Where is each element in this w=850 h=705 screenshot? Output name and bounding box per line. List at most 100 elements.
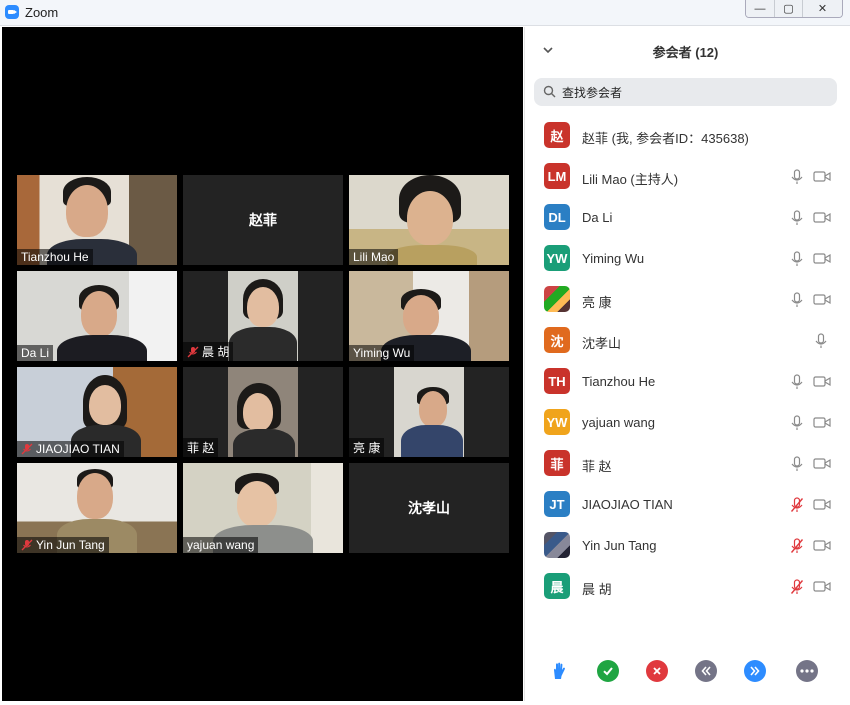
video-camera-icon[interactable] — [813, 457, 831, 470]
participant-row[interactable]: 晨晨 胡 — [525, 566, 846, 607]
video-tile[interactable]: Lili Mao — [349, 175, 509, 265]
no-button[interactable] — [646, 660, 668, 682]
video-camera-icon[interactable] — [813, 211, 831, 224]
participant-name: Yin Jun Tang — [582, 538, 657, 553]
video-camera-icon[interactable] — [813, 170, 831, 183]
participant-row[interactable]: TH Tianzhou He — [525, 361, 846, 402]
video-camera-icon[interactable] — [813, 293, 831, 306]
close-button[interactable]: ✕ — [802, 0, 842, 17]
avatar: DL — [544, 204, 570, 230]
participant-row[interactable]: YW Yiming Wu — [525, 238, 846, 279]
mic-icon[interactable] — [790, 374, 804, 390]
video-camera-icon[interactable] — [813, 580, 831, 593]
participant-row[interactable]: YW yajuan wang — [525, 402, 846, 443]
yes-button[interactable] — [597, 660, 619, 682]
avatar: 菲 — [544, 450, 570, 476]
zoom-app-icon — [5, 5, 19, 19]
participant-name: Tianzhou He — [582, 374, 656, 389]
video-tile[interactable]: yajuan wang — [183, 463, 343, 553]
more-button[interactable] — [796, 660, 818, 682]
video-tile[interactable]: 菲 赵 — [183, 367, 343, 457]
go-slower-button[interactable] — [695, 660, 717, 682]
participants-panel: 参会者 (12) 查找参会者 赵赵菲 (我, 参会者ID：435638) LM Li… — [524, 27, 845, 701]
person-face — [77, 473, 113, 519]
participant-row[interactable]: 菲菲 赵 — [525, 443, 846, 484]
person-face — [407, 191, 453, 245]
person-body — [57, 335, 147, 361]
participant-name: JIAOJIAO TIAN — [582, 497, 673, 512]
person-face — [89, 385, 121, 425]
mic-icon[interactable] — [790, 251, 804, 267]
video-camera-icon[interactable] — [813, 539, 831, 552]
video-tile-placeholder[interactable]: 沈孝山 — [349, 463, 509, 553]
video-tile-placeholder[interactable]: 赵菲 — [183, 175, 343, 265]
participant-name: 菲 赵 — [582, 459, 612, 474]
muted-mic-icon[interactable] — [790, 579, 804, 595]
video-camera-icon[interactable] — [813, 498, 831, 511]
tile-name: Yiming Wu — [349, 345, 415, 361]
person-face — [66, 185, 108, 237]
mic-icon[interactable] — [790, 169, 804, 185]
mic-icon[interactable] — [790, 456, 804, 472]
avatar — [544, 532, 570, 558]
video-tile[interactable]: Da Li — [17, 271, 177, 361]
participant-row[interactable]: 沈沈孝山 — [525, 320, 846, 361]
avatar: YW — [544, 245, 570, 271]
mic-icon[interactable] — [790, 415, 804, 431]
tile-name: yajuan wang — [183, 537, 259, 553]
participant-name: 晨 胡 — [582, 582, 612, 597]
video-tile[interactable]: JIAOJIAO TIAN — [17, 367, 177, 457]
video-tile[interactable]: Tianzhou He — [17, 175, 177, 265]
avatar: JT — [544, 491, 570, 517]
video-tile[interactable]: 亮 康 — [349, 367, 509, 457]
minimize-button[interactable]: — — [746, 0, 774, 17]
muted-mic-icon[interactable] — [790, 497, 804, 513]
participant-name: 赵菲 (我, 参会者ID：435638) — [582, 131, 749, 146]
maximize-button[interactable]: ▢ — [774, 0, 802, 17]
tile-name: 亮 康 — [349, 438, 385, 457]
tile-center-name: 赵菲 — [249, 212, 277, 228]
participant-list: 赵赵菲 (我, 参会者ID：435638) LM Lili Mao (主持人) DL D… — [525, 115, 846, 607]
participant-row[interactable]: JT JIAOJIAO TIAN — [525, 484, 846, 525]
video-tile[interactable]: Yin Jun Tang — [17, 463, 177, 553]
tile-name-text: 晨 胡 — [202, 345, 230, 359]
muted-mic-icon — [187, 346, 199, 357]
tile-name: Yin Jun Tang — [17, 537, 109, 553]
participant-search-input[interactable]: 查找参会者 — [534, 78, 837, 106]
video-camera-icon[interactable] — [813, 416, 831, 429]
avatar: 赵 — [544, 122, 570, 148]
avatar: YW — [544, 409, 570, 435]
person-face — [247, 287, 279, 327]
mic-icon[interactable] — [790, 210, 804, 226]
raise-hand-button[interactable] — [548, 660, 570, 682]
participant-row[interactable]: Yin Jun Tang — [525, 525, 846, 566]
tile-name: 菲 赵 — [183, 438, 219, 457]
tile-name-text: 亮 康 — [353, 441, 381, 455]
video-camera-icon[interactable] — [813, 375, 831, 388]
search-icon — [543, 85, 556, 98]
avatar: 沈 — [544, 327, 570, 353]
title-bar: Zoom — ▢ ✕ — [0, 0, 850, 26]
participant-row[interactable]: 赵赵菲 (我, 参会者ID：435638) — [525, 115, 846, 156]
tile-name: Tianzhou He — [17, 249, 93, 265]
tile-name-text: Yin Jun Tang — [36, 538, 105, 552]
x-icon — [653, 667, 661, 675]
go-faster-button[interactable] — [744, 660, 766, 682]
tile-name-text: Yiming Wu — [353, 346, 411, 360]
video-camera-icon[interactable] — [813, 252, 831, 265]
window-title: Zoom — [25, 5, 59, 20]
tile-name-text: 菲 赵 — [187, 441, 215, 455]
tile-name: 晨 胡 — [183, 342, 234, 361]
mic-icon[interactable] — [790, 292, 804, 308]
participant-row[interactable]: DL Da Li — [525, 197, 846, 238]
double-chevron-right-icon — [750, 666, 760, 676]
muted-mic-icon[interactable] — [790, 538, 804, 554]
person-body — [233, 429, 295, 457]
video-tile[interactable]: 晨 胡 — [183, 271, 343, 361]
person-body — [387, 245, 477, 265]
participant-row[interactable]: LM Lili Mao (主持人) — [525, 156, 846, 197]
video-tile-active-speaker[interactable]: Yiming Wu — [349, 271, 509, 361]
participant-row[interactable]: 亮 康 — [525, 279, 846, 320]
mic-icon[interactable] — [814, 333, 828, 349]
checkmark-icon — [603, 667, 613, 676]
